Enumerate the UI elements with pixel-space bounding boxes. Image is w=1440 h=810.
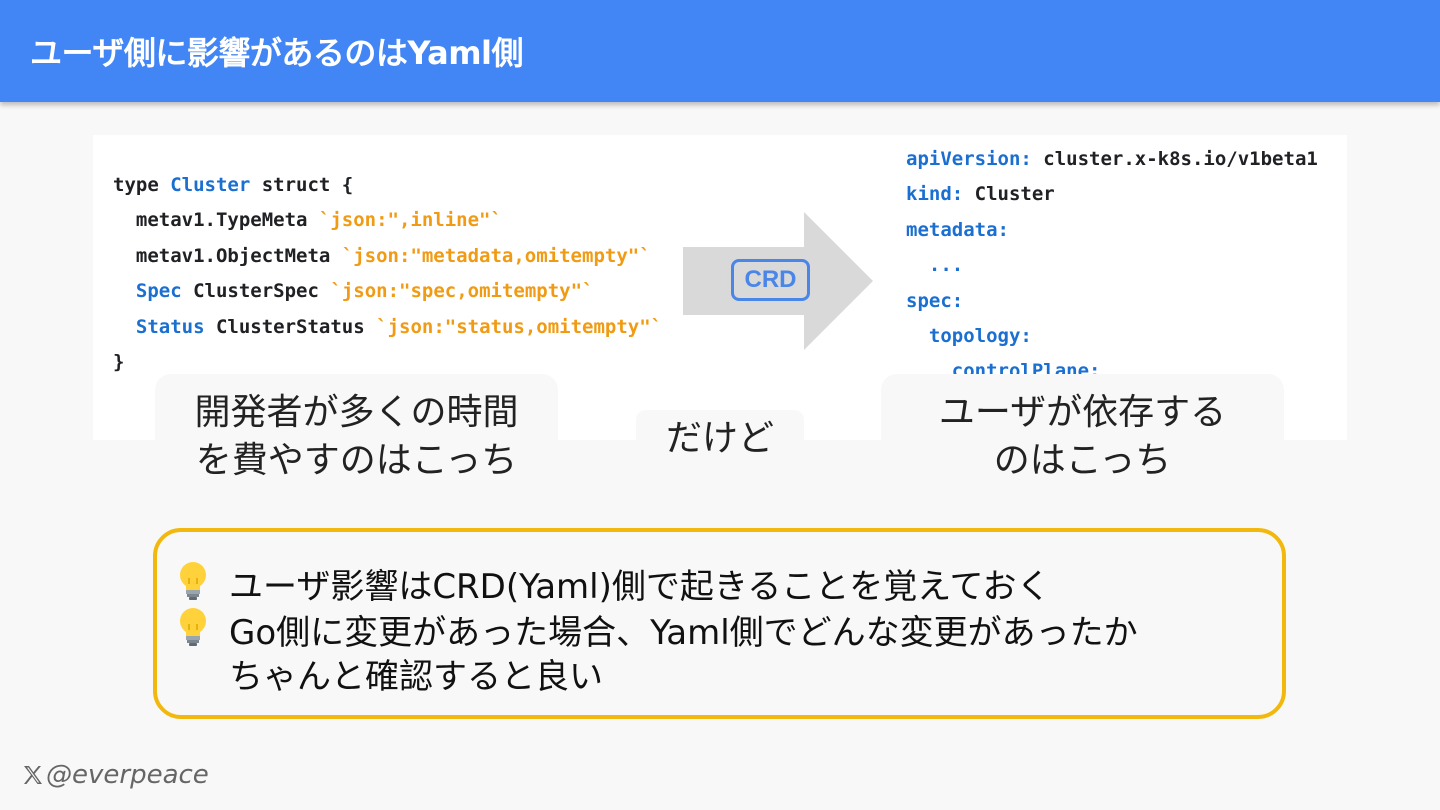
go-field-name: Status xyxy=(135,315,205,338)
go-field-name: Spec xyxy=(135,280,182,303)
go-field: metav1.ObjectMeta xyxy=(113,244,342,267)
callout-developer-side: 開発者が多くの時間 を費やすのはこっち xyxy=(155,374,558,486)
x-logo-icon xyxy=(24,766,42,784)
author-credit: @everpeace xyxy=(22,760,209,790)
crd-label: CRD xyxy=(731,259,810,301)
tip-item-2: Go側に変更があった場合、Yaml側でどんな変更があったか xyxy=(229,613,1138,653)
tip-item-2-continued: ちゃんと確認すると良い xyxy=(229,657,603,697)
yaml-value: cluster.x-k8s.io/v1beta1 xyxy=(1031,148,1318,170)
yaml-key: metadata: xyxy=(906,218,1009,241)
slide-header: ユーザ側に影響があるのはYaml側 xyxy=(0,0,1440,102)
go-struct-keyword: struct { xyxy=(250,174,354,196)
callout-text: だけど xyxy=(665,418,774,459)
yaml-line: kind: Cluster xyxy=(906,183,1318,218)
yaml-value: Cluster xyxy=(963,183,1055,206)
callout-but: だけど xyxy=(636,410,804,470)
callout-text: を費やすのはこっち xyxy=(195,440,518,481)
yaml-ellipsis: ... xyxy=(906,254,964,277)
yaml-key: topology: xyxy=(928,324,1032,347)
go-code-line: metav1.TypeMeta `json:",inline"` xyxy=(113,209,662,244)
callout-text: 開発者が多くの時間 xyxy=(194,392,519,433)
go-field-type: ClusterStatus xyxy=(204,315,377,338)
tip-item-1: ユーザ影響はCRD(Yaml)側で起きることを覚えておく xyxy=(229,567,1051,607)
go-keyword-type: type xyxy=(113,174,171,196)
yaml-key: apiVersion: xyxy=(906,148,1032,170)
yaml-key: kind: xyxy=(906,183,964,206)
callout-user-side: ユーザが依存する のはこっち xyxy=(881,374,1284,486)
go-code-line: Spec ClusterSpec `json:"spec,omitempty"` xyxy=(113,280,662,315)
callout-text: ユーザが依存する xyxy=(938,392,1227,433)
go-code-line: metav1.ObjectMeta `json:"metadata,omitem… xyxy=(113,245,662,280)
go-field: metav1.TypeMeta xyxy=(113,209,319,232)
tips-box: ユーザ影響はCRD(Yaml)側で起きることを覚えておく Go側に変更があった場… xyxy=(153,528,1286,719)
go-code-line: type Cluster struct { xyxy=(113,174,662,209)
go-tag: `json:"status,omitempty"` xyxy=(376,315,663,338)
yaml-line: metadata: xyxy=(906,219,1318,254)
go-tag: `json:"metadata,omitempty"` xyxy=(341,244,651,267)
go-struct-name: Cluster xyxy=(170,174,251,196)
go-code-line: Status ClusterStatus `json:"status,omite… xyxy=(113,316,662,351)
yaml-line: topology: xyxy=(906,325,1318,360)
yaml-key: spec: xyxy=(906,289,964,312)
yaml-code: apiVersion: cluster.x-k8s.io/v1beta1 kin… xyxy=(906,148,1318,396)
yaml-line: spec: xyxy=(906,290,1318,325)
lightbulb-icon xyxy=(180,562,206,600)
go-tag: `json:"spec,omitempty"` xyxy=(330,280,594,303)
go-tag: `json:",inline"` xyxy=(318,209,502,232)
go-struct-code: type Cluster struct { metav1.TypeMeta `j… xyxy=(113,174,662,386)
lightbulb-icon xyxy=(180,608,206,646)
callout-text: のはこっち xyxy=(993,440,1172,481)
yaml-line: ... xyxy=(906,254,1318,289)
author-handle: @everpeace xyxy=(46,760,209,790)
yaml-line: apiVersion: cluster.x-k8s.io/v1beta1 xyxy=(906,148,1318,183)
slide-title: ユーザ側に影響があるのはYaml側 xyxy=(30,34,524,72)
go-field-type: ClusterSpec xyxy=(181,280,331,303)
